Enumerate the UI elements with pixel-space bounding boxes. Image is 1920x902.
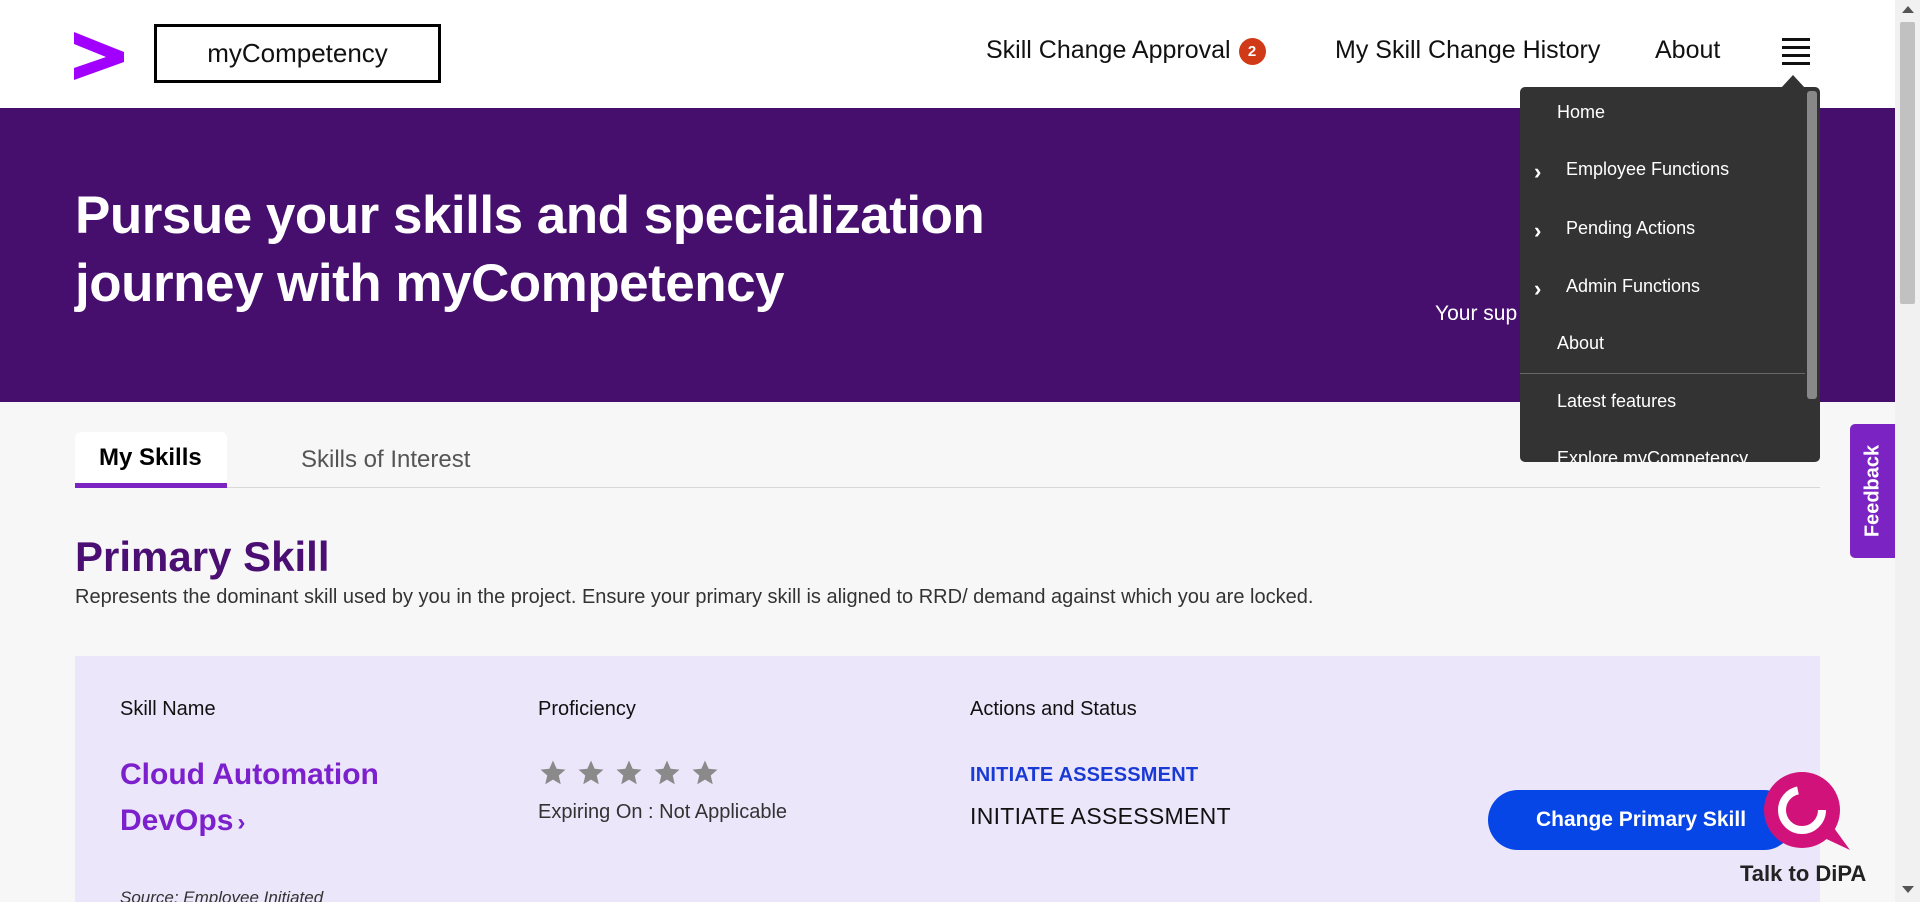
nav-approval-label: Skill Change Approval <box>986 36 1231 64</box>
tab-skills-of-interest[interactable]: Skills of Interest <box>301 432 470 488</box>
scroll-up-icon[interactable] <box>1902 6 1914 13</box>
hero-title: Pursue your skills and specialization jo… <box>75 182 1075 318</box>
scrollbar-thumb[interactable] <box>1900 22 1915 304</box>
hero-title-line1: Pursue your skills and specialization <box>75 186 985 245</box>
menu-item-employee-functions[interactable]: › Employee Functions <box>1520 159 1805 184</box>
menu-item-label: Pending Actions <box>1566 218 1696 238</box>
skill-name-text: Cloud Automation DevOps <box>120 758 379 837</box>
star-icon <box>654 760 680 785</box>
dipa-chat-icon[interactable] <box>1760 770 1852 852</box>
chevron-right-icon: › <box>1534 218 1542 243</box>
primary-skill-description: Represents the dominant skill used by yo… <box>75 586 1314 608</box>
app-brand-title[interactable]: myCompetency <box>154 24 441 83</box>
nav-skill-change-approval[interactable]: Skill Change Approval 2 <box>986 36 1266 65</box>
change-primary-skill-button[interactable]: Change Primary Skill <box>1488 790 1794 850</box>
menu-item-latest-features[interactable]: Latest features <box>1520 391 1805 412</box>
assessment-status: INITIATE ASSESSMENT <box>970 803 1231 829</box>
accenture-logo-icon[interactable] <box>74 32 124 80</box>
hero-title-line2: journey with myCompetency <box>75 254 785 313</box>
chevron-right-icon: › <box>1534 276 1542 301</box>
star-icon <box>540 760 566 785</box>
menu-divider <box>1520 373 1805 374</box>
menu-item-admin-functions[interactable]: › Admin Functions <box>1520 276 1805 301</box>
menu-item-home[interactable]: Home <box>1520 102 1805 123</box>
feedback-label: Feedback <box>1861 444 1883 538</box>
expiring-on-text: Expiring On : Not Applicable <box>538 801 788 823</box>
approval-count-badge: 2 <box>1238 38 1266 65</box>
column-header-skill-name: Skill Name <box>120 698 216 720</box>
chevron-right-icon: › <box>1534 159 1542 184</box>
scroll-down-icon[interactable] <box>1902 886 1914 893</box>
primary-skill-heading: Primary Skill <box>75 533 330 580</box>
chevron-right-icon: › <box>237 809 246 836</box>
page-scrollbar[interactable] <box>1895 0 1920 902</box>
menu-scrollbar[interactable] <box>1807 91 1817 399</box>
feedback-tab[interactable]: Feedback <box>1850 424 1895 558</box>
tab-my-skills[interactable]: My Skills <box>75 432 227 488</box>
talk-to-dipa-label[interactable]: Talk to DiPA <box>1740 861 1866 887</box>
menu-item-label: Employee Functions <box>1566 159 1730 179</box>
star-icon <box>578 760 604 785</box>
initiate-assessment-link[interactable]: INITIATE ASSESSMENT <box>970 764 1198 787</box>
hero-subtitle: Your sup <box>1435 302 1518 325</box>
star-icon <box>692 760 718 785</box>
menu-item-pending-actions[interactable]: › Pending Actions <box>1520 218 1805 243</box>
star-icon <box>616 760 642 785</box>
skill-name-link[interactable]: Cloud Automation DevOps › <box>120 752 450 846</box>
proficiency-stars <box>538 758 720 788</box>
column-header-actions: Actions and Status <box>970 698 1137 720</box>
skill-source-text: Source: Employee Initiated <box>120 888 324 902</box>
menu-item-about[interactable]: About <box>1520 333 1805 354</box>
menu-item-explore[interactable]: Explore myCompetency <box>1520 448 1805 462</box>
menu-item-label: Admin Functions <box>1566 276 1701 296</box>
hamburger-menu-icon[interactable] <box>1782 38 1810 65</box>
nav-skill-change-history[interactable]: My Skill Change History <box>1335 36 1600 65</box>
primary-skill-card: Skill Name Proficiency Actions and Statu… <box>75 656 1820 902</box>
nav-about[interactable]: About <box>1655 36 1720 65</box>
column-header-proficiency: Proficiency <box>538 698 636 720</box>
hamburger-dropdown-menu: Home › Employee Functions › Pending Acti… <box>1520 87 1820 462</box>
